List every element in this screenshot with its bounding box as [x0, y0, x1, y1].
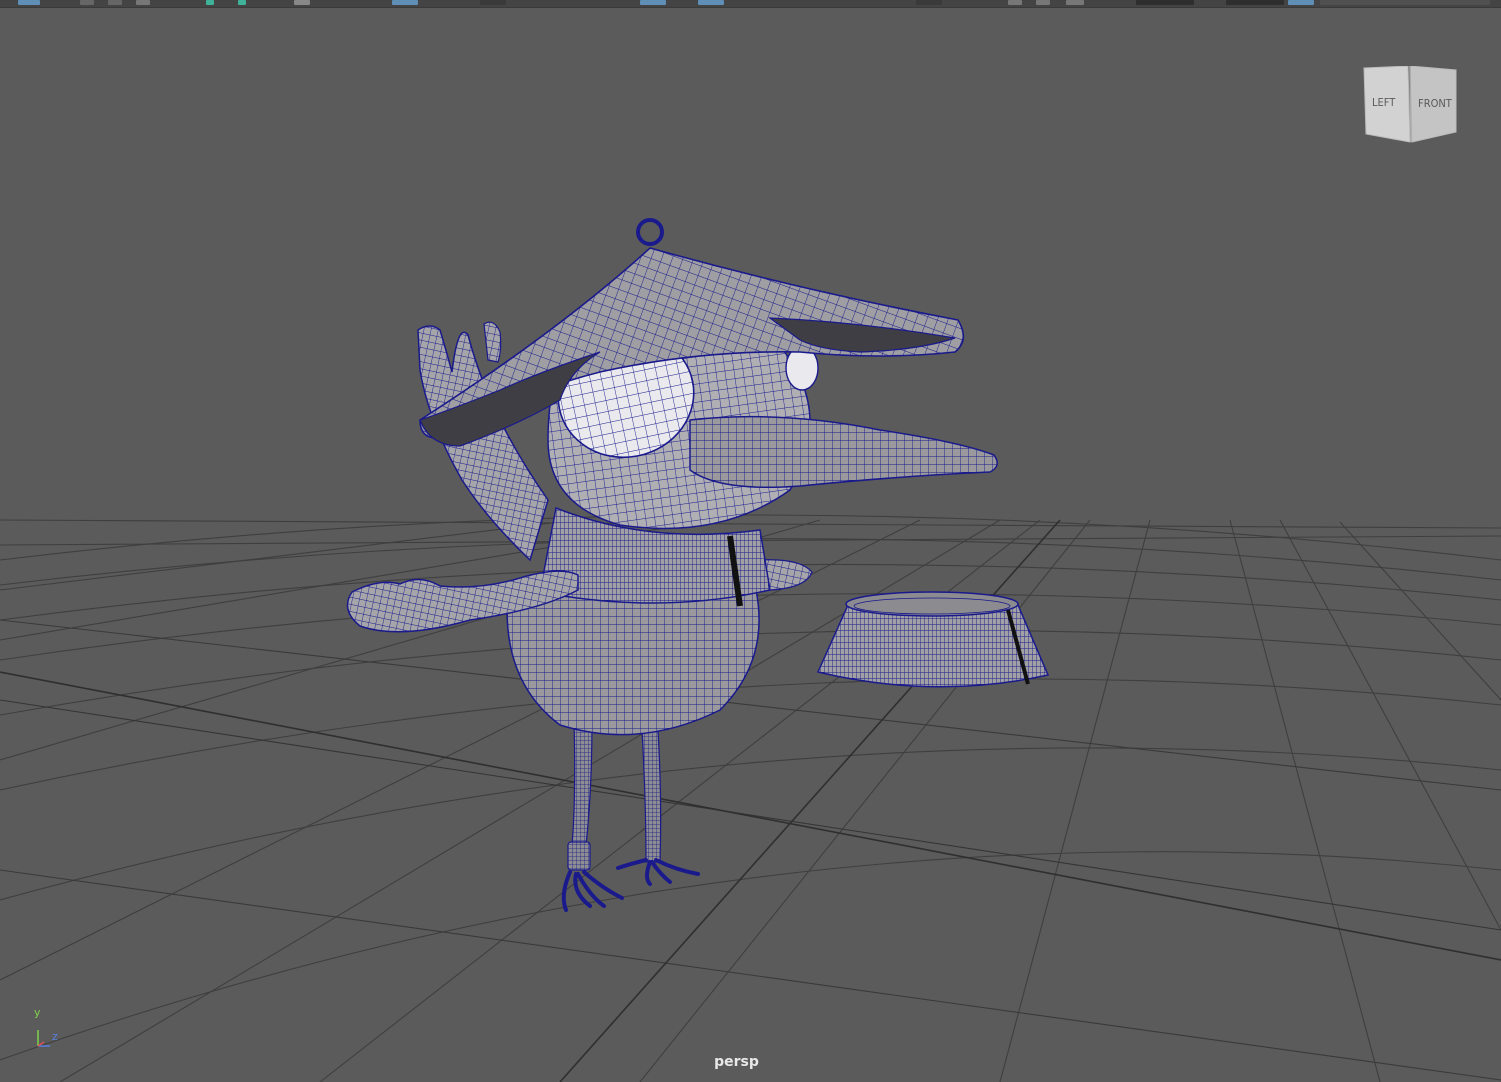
toolbar-search[interactable] — [1320, 0, 1490, 5]
toolbar-button[interactable] — [1066, 0, 1084, 5]
toolbar-button[interactable] — [80, 0, 94, 5]
toolbar-field[interactable] — [916, 0, 942, 5]
toolbar-button[interactable] — [1288, 0, 1314, 5]
grid-axis-x — [0, 671, 1501, 961]
toolbar-button[interactable] — [1008, 0, 1022, 5]
toolbar-button[interactable] — [698, 0, 724, 5]
toolbar-button[interactable] — [18, 0, 40, 5]
toolbar-button[interactable] — [1036, 0, 1050, 5]
axis-gizmo — [37, 1030, 50, 1047]
toolbar-button[interactable] — [392, 0, 418, 5]
camera-name-label: persp — [714, 1054, 759, 1070]
toolbar-button[interactable] — [206, 0, 214, 5]
view-cube-front-label[interactable]: FRONT — [1418, 97, 1452, 110]
axis-z-label: z — [52, 1030, 58, 1043]
toolbar-field[interactable] — [1226, 0, 1284, 5]
perspective-viewport[interactable]: LEFT FRONT — [0, 8, 1501, 1082]
viewport-canvas[interactable] — [0, 8, 1501, 1082]
toolbar-field[interactable] — [1136, 0, 1194, 5]
status-line-toolbar — [0, 0, 1501, 8]
view-cube-left-label[interactable]: LEFT — [1372, 96, 1395, 109]
toolbar-button[interactable] — [136, 0, 150, 5]
toolbar-button[interactable] — [640, 0, 666, 5]
toolbar-button[interactable] — [238, 0, 246, 5]
collar-ring-object — [816, 591, 1050, 688]
axis-y-label: y — [34, 1006, 41, 1019]
toolbar-button[interactable] — [294, 0, 310, 5]
view-cube[interactable]: LEFT FRONT — [1360, 66, 1460, 146]
toolbar-button[interactable] — [108, 0, 122, 5]
bird-legs — [561, 719, 700, 912]
toolbar-field[interactable] — [480, 0, 506, 5]
